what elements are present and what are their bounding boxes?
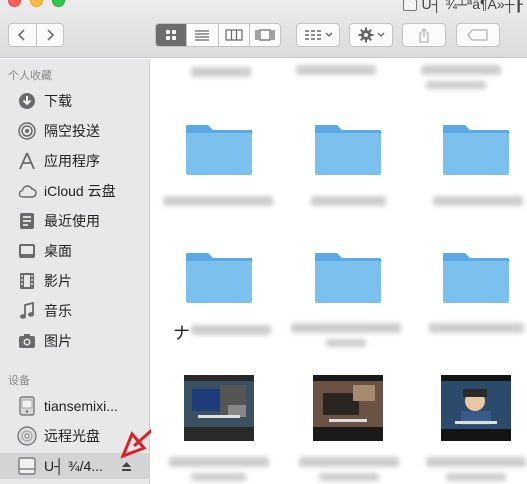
gear-icon bbox=[358, 27, 373, 43]
arrange-button[interactable] bbox=[296, 23, 340, 47]
zoom-button[interactable] bbox=[52, 0, 65, 7]
video-thumbnail[interactable] bbox=[184, 375, 254, 441]
file-label-blurred bbox=[311, 196, 386, 206]
file-label-blurred bbox=[163, 196, 273, 206]
sidebar-item-music[interactable]: 音乐 bbox=[0, 298, 150, 324]
optical-disc-icon bbox=[16, 425, 38, 447]
sidebar-item-label: 远程光盘 bbox=[44, 428, 100, 444]
sidebar-item-label: 影片 bbox=[44, 273, 72, 289]
file-label-blurred bbox=[299, 457, 399, 467]
back-button[interactable] bbox=[9, 24, 36, 46]
file-label-partial: ナ bbox=[173, 324, 190, 343]
column-view-icon bbox=[225, 29, 243, 41]
window-title: U┤ ¾┴ªã¶A»┼┠ bbox=[402, 0, 523, 13]
file-label-blurred bbox=[433, 196, 523, 206]
share-icon bbox=[419, 27, 429, 43]
chevron-down-icon bbox=[377, 32, 384, 37]
favorites-header: 个人收藏 bbox=[8, 70, 52, 82]
gallery-view-button[interactable] bbox=[248, 24, 280, 46]
sidebar-item-label: 应用程序 bbox=[44, 153, 100, 169]
icon-view-button[interactable] bbox=[156, 24, 187, 46]
file-label-blurred bbox=[191, 473, 246, 481]
view-mode-buttons bbox=[155, 23, 281, 47]
download-icon bbox=[16, 90, 38, 112]
close-button[interactable] bbox=[8, 0, 21, 7]
file-label-blurred bbox=[429, 323, 524, 333]
video-thumbnail[interactable] bbox=[313, 375, 383, 441]
chevron-down-icon bbox=[325, 32, 332, 37]
icon-view-icon bbox=[166, 30, 177, 40]
folder-icon[interactable] bbox=[441, 245, 511, 305]
file-label-blurred bbox=[326, 339, 366, 347]
airdrop-icon bbox=[16, 120, 38, 142]
share-button[interactable] bbox=[402, 23, 446, 47]
sidebar-item-downloads[interactable]: 下载 bbox=[0, 88, 150, 114]
disk-icon bbox=[16, 395, 38, 417]
action-button[interactable] bbox=[349, 23, 393, 47]
film-icon bbox=[16, 270, 38, 292]
navigation-buttons bbox=[8, 23, 64, 47]
drive-icon bbox=[402, 0, 417, 11]
sidebar-item-label: 最近使用 bbox=[44, 213, 100, 229]
folder-icon[interactable] bbox=[184, 117, 254, 177]
sidebar-item-label: 隔空投送 bbox=[44, 123, 100, 139]
chevron-right-icon bbox=[47, 29, 54, 41]
folder-icon[interactable] bbox=[313, 117, 383, 177]
folder-icon[interactable] bbox=[441, 117, 511, 177]
recents-icon bbox=[16, 210, 38, 232]
sidebar-item-pictures[interactable]: 图片 bbox=[0, 328, 150, 354]
sidebar-item-applications[interactable]: 应用程序 bbox=[0, 148, 150, 174]
file-label-blurred bbox=[191, 67, 251, 77]
file-label-blurred bbox=[191, 325, 271, 335]
sidebar-item-label: U┤ ¾/4... bbox=[44, 458, 103, 474]
column-view-button[interactable] bbox=[217, 24, 249, 46]
devices-header: 设备 bbox=[8, 375, 30, 387]
file-grid: ナ bbox=[151, 59, 527, 484]
folder-icon[interactable] bbox=[184, 245, 254, 305]
sidebar-item-label: tiansemixi... bbox=[44, 398, 118, 414]
file-label-blurred bbox=[426, 81, 486, 89]
sidebar-item-recents[interactable]: 最近使用 bbox=[0, 208, 150, 234]
minimize-button[interactable] bbox=[30, 0, 43, 7]
video-thumbnail[interactable] bbox=[441, 375, 511, 441]
sidebar-item-airdrop[interactable]: 隔空投送 bbox=[0, 118, 150, 144]
file-label-blurred bbox=[296, 65, 376, 75]
cloud-icon bbox=[16, 180, 38, 202]
file-label-blurred bbox=[446, 473, 506, 481]
chevron-left-icon bbox=[18, 29, 25, 41]
arrange-grid-icon bbox=[304, 30, 321, 40]
sidebar-item-label: 音乐 bbox=[44, 303, 72, 319]
file-label-blurred bbox=[291, 323, 401, 333]
file-label-blurred bbox=[169, 457, 269, 467]
gallery-view-icon bbox=[255, 29, 275, 41]
music-note-icon bbox=[16, 300, 38, 322]
sidebar-item-label: 图片 bbox=[44, 333, 72, 349]
external-drive-icon bbox=[16, 455, 38, 477]
tag-button[interactable] bbox=[456, 23, 500, 47]
list-view-button[interactable] bbox=[186, 24, 217, 46]
sidebar-item-label: iCloud 云盘 bbox=[44, 183, 116, 199]
sidebar-item-label: 下载 bbox=[44, 93, 72, 109]
window-title-text: U┤ ¾┴ªã¶A»┼┠ bbox=[421, 0, 523, 12]
list-view-icon bbox=[195, 30, 210, 41]
applications-icon bbox=[16, 150, 38, 172]
desktop-icon bbox=[16, 240, 38, 262]
camera-icon bbox=[16, 330, 38, 352]
sidebar-item-icloud[interactable]: iCloud 云盘 bbox=[0, 178, 150, 204]
sidebar-item-desktop[interactable]: 桌面 bbox=[0, 238, 150, 264]
sidebar-item-movies[interactable]: 影片 bbox=[0, 268, 150, 294]
file-label-blurred bbox=[319, 473, 379, 481]
folder-icon[interactable] bbox=[313, 245, 383, 305]
sidebar-item-label: 桌面 bbox=[44, 243, 72, 259]
window-toolbar: U┤ ¾┴ªã¶A»┼┠ bbox=[0, 0, 527, 58]
file-label-blurred bbox=[426, 457, 526, 467]
tag-icon bbox=[467, 29, 488, 41]
file-label-blurred bbox=[421, 65, 501, 75]
forward-button[interactable] bbox=[35, 24, 64, 46]
window-controls bbox=[8, 0, 65, 7]
